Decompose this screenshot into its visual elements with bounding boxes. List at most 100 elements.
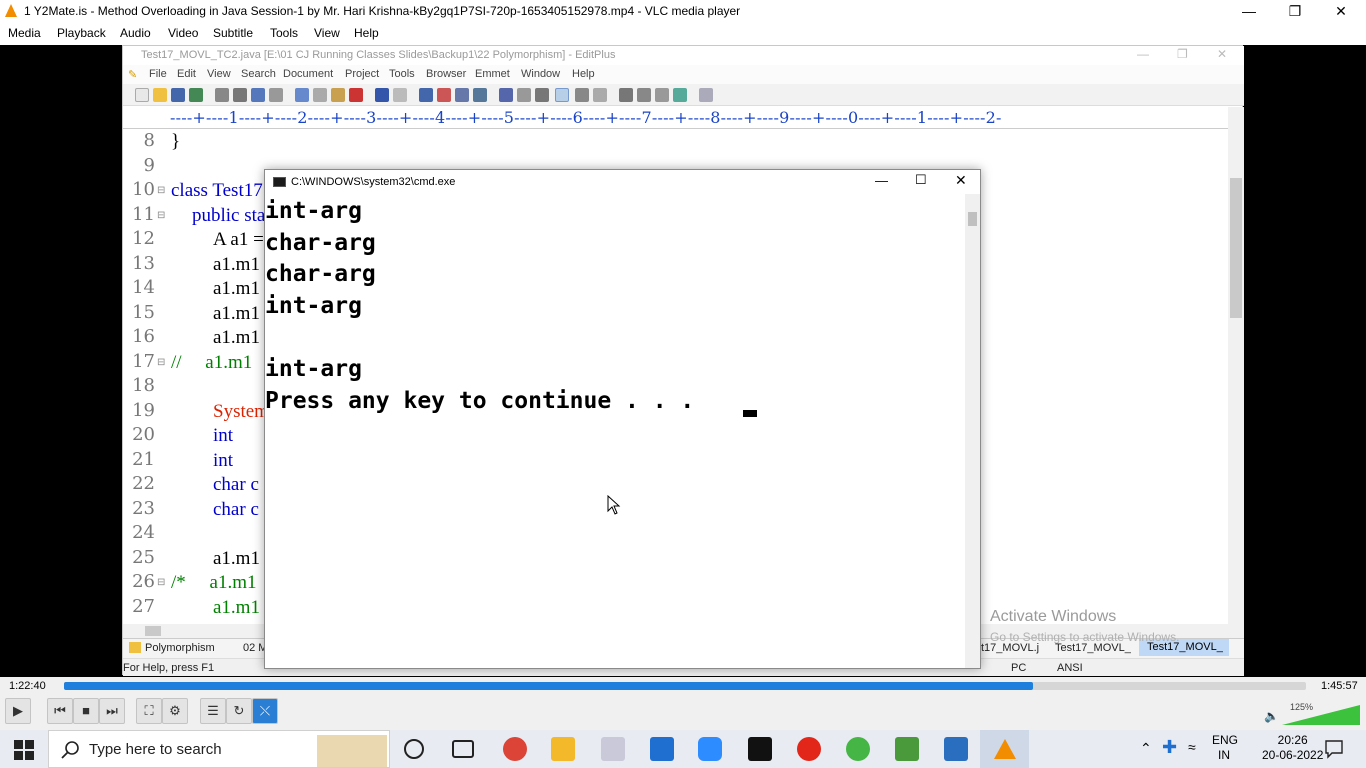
spell-check-icon <box>251 88 265 102</box>
code-line: a1.m1 <box>213 327 260 348</box>
shuffle-button[interactable]: ⤬ <box>252 698 278 724</box>
chart-app-icon[interactable] <box>895 737 919 761</box>
photos-icon[interactable] <box>944 737 968 761</box>
fold-marker-icon: ⊟ <box>157 577 166 588</box>
cmd-line: char-arg <box>265 261 376 287</box>
stop-button[interactable]: ■ <box>73 698 99 724</box>
menu-tools[interactable]: Tools <box>270 26 298 40</box>
editor-hscroll-thumb <box>145 626 161 636</box>
editor-scroll-thumb <box>1230 178 1242 318</box>
menu-help[interactable]: Help <box>354 26 379 40</box>
task-view-icon[interactable] <box>452 740 474 758</box>
status-encoding: ANSI <box>1057 662 1083 674</box>
seek-progress <box>64 682 1033 690</box>
directory-icon <box>637 88 651 102</box>
font-icon <box>499 88 513 102</box>
undo-icon <box>375 88 389 102</box>
ep-menu-search: Search <box>241 68 276 80</box>
mouse-pointer-icon <box>607 495 621 515</box>
cortana-icon[interactable] <box>404 739 424 759</box>
chrome-icon[interactable] <box>503 737 527 761</box>
line-number: 8 <box>143 130 155 151</box>
recorder-icon[interactable] <box>797 737 821 761</box>
line-number: 13 <box>132 252 155 274</box>
print-preview-icon <box>215 88 229 102</box>
tray-time: 20:26 <box>1277 733 1308 747</box>
extended-settings-button[interactable]: ⚙ <box>162 698 188 724</box>
tray-clock[interactable]: 20:26 20-06-2022 <box>1262 733 1323 763</box>
output-icon <box>655 88 669 102</box>
menu-media[interactable]: Media <box>8 26 41 40</box>
eclipse-icon[interactable] <box>846 737 870 761</box>
loop-button[interactable]: ↻ <box>226 698 252 724</box>
previous-button[interactable]: ⏮ <box>47 698 73 724</box>
next-button[interactable]: ⏭ <box>99 698 125 724</box>
line-number: 22 <box>132 473 155 494</box>
folder-icon <box>129 642 141 653</box>
activate-windows-subtitle: Go to Settings to activate Windows. <box>990 630 1180 644</box>
line-number: 16 <box>132 326 155 347</box>
line-number-icon <box>555 88 569 102</box>
tray-date: 20-06-2022 <box>1262 748 1324 762</box>
sync-icon <box>673 88 687 102</box>
line-number: 20 <box>132 424 155 445</box>
fold-marker-icon: ⊟ <box>157 356 166 368</box>
tray-chevron-icon[interactable]: ⌃ <box>1140 740 1152 757</box>
code-line: // a1.m1 <box>171 351 253 373</box>
editor-ruler: ----+----1----+----2----+----3----+----4… <box>123 107 1228 129</box>
line-number: 27 <box>132 595 155 617</box>
menu-video[interactable]: Video <box>168 26 198 40</box>
settings-icon <box>593 88 607 102</box>
line-number: 23 <box>132 497 155 519</box>
help-icon <box>699 88 713 102</box>
tray-language[interactable]: ENG IN <box>1212 733 1238 763</box>
snipping-tool-icon[interactable] <box>601 737 625 761</box>
save-all-icon <box>189 88 203 102</box>
fullscreen-button[interactable]: ⛶ <box>136 698 162 724</box>
speaker-icon[interactable]: 🔈 <box>1264 709 1279 723</box>
menu-subtitle[interactable]: Subtitle <box>213 26 253 40</box>
redo-icon <box>393 88 407 102</box>
editplus-title: Test17_MOVL_TC2.java [E:\01 CJ Running C… <box>141 49 616 61</box>
menu-audio[interactable]: Audio <box>120 26 151 40</box>
ep-menu-browser: Browser <box>426 68 467 80</box>
vlc-title-bar: 1 Y2Mate.is - Method Overloading in Java… <box>0 0 1366 23</box>
line-number: 14 <box>132 277 155 298</box>
cmd-line: char-arg <box>265 230 376 256</box>
cmd-output: int-arg char-arg char-arg int-arg int-ar… <box>265 194 965 668</box>
file-explorer-icon[interactable] <box>551 737 575 761</box>
store-icon[interactable] <box>650 737 674 761</box>
new-file-icon <box>135 88 149 102</box>
zoom-icon[interactable] <box>698 737 722 761</box>
minimize-button[interactable]: — <box>1226 0 1272 23</box>
menu-view[interactable]: View <box>314 26 340 40</box>
vlc-menu-bar: Media Playback Audio Video Subtitle Tool… <box>0 23 1366 45</box>
play-button[interactable]: ▶ <box>5 698 31 724</box>
taskbar-search-box[interactable]: Type here to search <box>48 730 390 768</box>
replace-icon <box>437 88 451 102</box>
cmd-title: C:\WINDOWS\system32\cmd.exe <box>291 176 456 188</box>
close-button[interactable]: ✕ <box>1318 0 1364 23</box>
tray-plus-icon[interactable]: ✚ <box>1162 737 1177 758</box>
restore-button[interactable]: ❐ <box>1272 0 1318 23</box>
wifi-icon[interactable]: ≈ <box>1188 739 1196 755</box>
line-number: 15 <box>132 301 155 323</box>
notification-icon[interactable] <box>1324 739 1344 759</box>
tray-lang-code: ENG <box>1212 733 1239 747</box>
ep-menu-view: View <box>207 68 231 80</box>
code-line: } <box>171 131 181 152</box>
windows-start-icon[interactable] <box>14 740 34 760</box>
playlist-button[interactable]: ☰ <box>200 698 226 724</box>
cmd-scrollbar <box>965 194 980 668</box>
ep-menu-project: Project <box>345 68 380 80</box>
sticky-notes-icon[interactable] <box>748 737 772 761</box>
code-line: class Test17 <box>171 180 263 201</box>
menu-playback[interactable]: Playback <box>57 26 106 40</box>
code-line: System <box>213 400 269 422</box>
ep-minimize-icon: — <box>1137 47 1149 61</box>
editplus-toolbar <box>123 84 1244 106</box>
search-placeholder: Type here to search <box>89 741 222 758</box>
ep-menu-document: Document <box>283 68 334 80</box>
line-number: 19 <box>132 399 155 421</box>
ep-restore-icon: ❐ <box>1177 47 1188 61</box>
